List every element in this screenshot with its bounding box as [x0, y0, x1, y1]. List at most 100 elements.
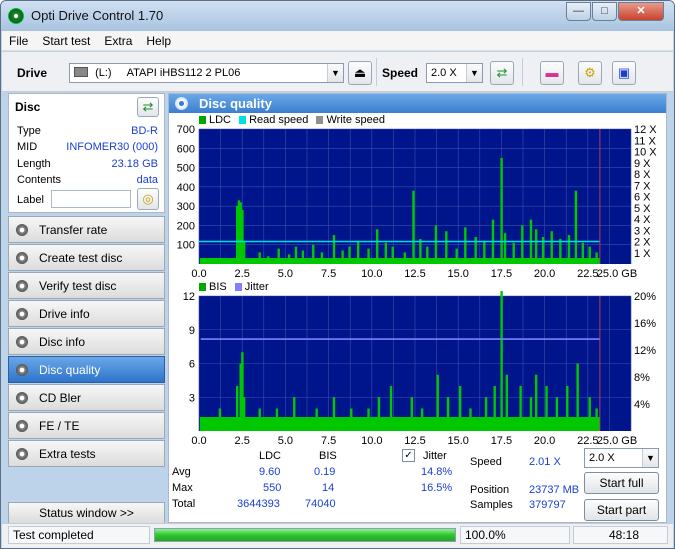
data-baseline — [199, 417, 600, 431]
status-window-button[interactable]: Status window >> — [8, 502, 165, 524]
disc-refresh-button[interactable]: ⇄ — [137, 97, 159, 117]
nav-cd-bler[interactable]: CD Bler — [8, 384, 165, 411]
nav-label: Verify test disc — [39, 279, 117, 293]
nav-fe-te[interactable]: FE / TE — [8, 412, 165, 439]
drive-label: Drive — [17, 66, 48, 80]
maximize-button[interactable]: □ — [592, 2, 617, 21]
menu-extra[interactable]: Extra — [97, 31, 139, 51]
status-text: Test completed — [8, 526, 150, 544]
close-button[interactable]: ✕ — [618, 2, 664, 21]
data-bar — [500, 291, 503, 431]
label-input[interactable] — [51, 190, 131, 208]
minimize-button[interactable]: — — [566, 2, 591, 21]
x-tick-label: 22.5 — [577, 435, 598, 447]
disc-icon — [16, 336, 28, 348]
y2-tick-label: 5 X — [634, 203, 651, 215]
settings-button[interactable]: ⚙ — [578, 61, 602, 85]
x-tick-label: 15.0 — [447, 268, 468, 280]
nav-extra-tests[interactable]: Extra tests — [8, 440, 165, 467]
avg-ldc: 9.60 — [259, 466, 281, 478]
avg-bis: 0.19 — [314, 466, 336, 478]
y2-tick-label: 4% — [634, 399, 650, 411]
x-tick-label: 7.5 — [321, 268, 336, 280]
legend-swatch-read — [239, 116, 247, 124]
x-tick-label: 22.5 — [577, 268, 598, 280]
data-bar — [412, 190, 415, 264]
app-window: Opti Drive Control 1.70 — □ ✕ File Start … — [0, 0, 675, 549]
gears-icon: ⚙ — [584, 65, 596, 80]
speed-stat-value: 2.01 X — [529, 456, 561, 468]
progress-percent: 100.0% — [460, 526, 570, 544]
label-disc-button[interactable]: ◎ — [137, 188, 159, 210]
status-bar: Test completed 100.0% 48:18 — [2, 523, 673, 548]
window-title: Opti Drive Control 1.70 — [31, 8, 164, 23]
x-tick-label: 5.0 — [278, 268, 293, 280]
nav-transfer-rate[interactable]: Transfer rate — [8, 216, 165, 243]
panel-header: Disc quality — [169, 94, 666, 113]
x-tick-label: 12.5 — [404, 268, 425, 280]
nav-verify-test-disc[interactable]: Verify test disc — [8, 272, 165, 299]
eject-button[interactable]: ⏏ — [348, 61, 372, 85]
disc-header: Disc — [15, 100, 41, 114]
menu-file[interactable]: File — [2, 31, 35, 51]
row-total-label: Total — [172, 498, 196, 510]
title-bar: Opti Drive Control 1.70 — □ ✕ — [1, 1, 674, 31]
nav-disc-info[interactable]: Disc info — [8, 328, 165, 355]
disc-icon — [16, 252, 28, 264]
disc-icon — [16, 224, 28, 236]
x-tick-label: 10.0 — [361, 268, 382, 280]
prop-type-label: Type — [17, 125, 41, 137]
nav-drive-info[interactable]: Drive info — [8, 300, 165, 327]
refresh-speed-button[interactable]: ⇄ — [490, 61, 514, 85]
x-tick-label: 12.5 — [404, 435, 425, 447]
y2-tick-label: 2 X — [634, 237, 651, 249]
data-baseline — [199, 258, 600, 264]
nav-disc-quality[interactable]: Disc quality — [8, 356, 165, 383]
chevron-down-icon: ▼ — [642, 449, 658, 467]
data-bar — [500, 157, 503, 264]
label-field-label: Label — [17, 194, 44, 206]
start-part-button[interactable]: Start part — [584, 499, 659, 521]
x-tick-label: 2.5 — [235, 268, 250, 280]
speed-select[interactable]: 2.0 X ▼ — [426, 63, 483, 83]
x-tick-label: 17.5 — [491, 268, 512, 280]
nav-label: Transfer rate — [39, 223, 108, 237]
nav-label: Disc quality — [39, 363, 101, 377]
start-full-button[interactable]: Start full — [584, 472, 659, 494]
nav-label: FE / TE — [39, 419, 80, 433]
menu-start-test[interactable]: Start test — [35, 31, 97, 51]
drive-icon — [74, 67, 88, 77]
eraser-icon: ▬ — [545, 65, 559, 80]
nav-label: CD Bler — [39, 391, 82, 405]
jitter-checkbox[interactable]: ✓ — [402, 449, 415, 462]
test-speed-select[interactable]: 2.0 X ▼ — [584, 448, 659, 468]
col-bis-header: BIS — [319, 450, 337, 462]
x-tick-label: 25.0 GB — [597, 435, 637, 447]
max-bis: 14 — [322, 482, 335, 494]
nav-create-test-disc[interactable]: Create test disc — [8, 244, 165, 271]
erase-button[interactable]: ▬ — [540, 61, 564, 85]
position-value: 23737 MB — [529, 484, 580, 496]
samples-label: Samples — [470, 499, 513, 511]
y2-tick-label: 6 X — [634, 192, 651, 204]
elapsed-time: 48:18 — [573, 526, 668, 544]
legend-swatch-ldc — [199, 116, 206, 124]
y2-tick-label: 9 X — [634, 158, 651, 170]
menu-help[interactable]: Help — [139, 31, 178, 51]
y2-tick-label: 8% — [634, 372, 650, 384]
drive-select[interactable]: (L:) ATAPI iHBS112 2 PL06 ▼ — [69, 63, 344, 83]
save-button[interactable]: ▣ — [612, 61, 636, 85]
chevron-down-icon: ▼ — [466, 64, 482, 82]
y2-tick-label: 12 X — [634, 124, 657, 136]
disc-icon — [16, 280, 28, 292]
legend-swatch-jitter — [234, 283, 242, 291]
x-tick-label: 15.0 — [447, 435, 468, 447]
test-speed-value: 2.0 X — [589, 452, 615, 464]
speed-stat-label: Speed — [470, 456, 502, 468]
prop-contents-value: data — [136, 174, 158, 186]
x-tick-label: 2.5 — [235, 435, 250, 447]
samples-value: 379797 — [529, 499, 566, 511]
y-tick-label: 200 — [177, 220, 195, 232]
nav-label: Create test disc — [39, 251, 123, 265]
avg-jitter: 14.8% — [421, 466, 453, 478]
